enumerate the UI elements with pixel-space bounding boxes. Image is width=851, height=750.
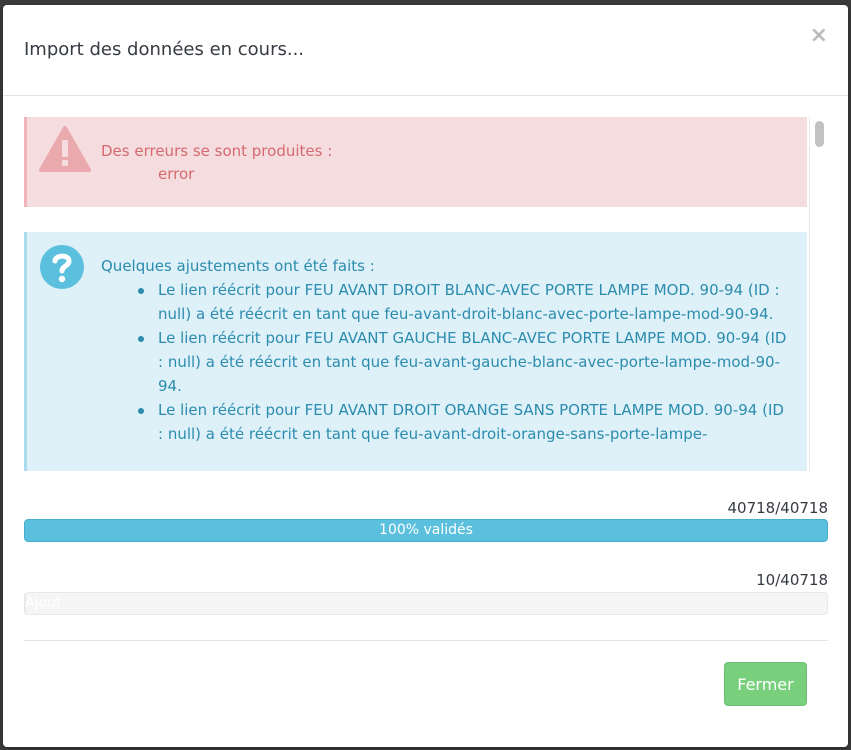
scrollbar-thumb[interactable] <box>815 121 824 147</box>
adjustments-list: Le lien réécrit pour FEU AVANT DROIT BLA… <box>138 278 788 446</box>
import-modal: Import des données en cours... × Des err… <box>3 5 848 747</box>
list-item: Le lien réécrit pour FEU AVANT GAUCHE BL… <box>138 326 788 398</box>
list-item-text: Le lien réécrit pour FEU AVANT GAUCHE BL… <box>158 329 787 395</box>
close-icon[interactable]: × <box>810 24 828 48</box>
modal-title: Import des données en cours... <box>24 39 305 60</box>
import-progress-label: Ajout <box>25 595 62 611</box>
close-button[interactable]: Fermer <box>724 662 807 706</box>
list-item-text: Le lien réécrit pour FEU AVANT DROIT ORA… <box>158 401 784 443</box>
footer-divider <box>24 640 828 641</box>
bullet-icon <box>138 288 144 294</box>
scrollbar[interactable] <box>809 117 827 471</box>
error-title: Des erreurs se sont produites : <box>101 142 333 160</box>
modal-header: Import des données en cours... × <box>3 5 848 96</box>
bullet-icon <box>138 336 144 342</box>
list-item: Le lien réécrit pour FEU AVANT DROIT BLA… <box>138 278 788 326</box>
error-alert: Des erreurs se sont produites : error <box>24 117 807 207</box>
validation-progress-bar: 100% validés <box>24 519 828 542</box>
warning-triangle-icon <box>39 126 91 172</box>
list-item-text: Le lien réécrit pour FEU AVANT DROIT BLA… <box>158 281 780 323</box>
messages-scroll-area[interactable]: Des erreurs se sont produites : error Qu… <box>24 117 827 471</box>
bullet-icon <box>138 408 144 414</box>
question-circle-icon <box>40 245 84 289</box>
validation-progress-label: 100% validés <box>379 522 473 538</box>
list-item: Le lien réécrit pour FEU AVANT DROIT ORA… <box>138 398 788 446</box>
adjustments-alert: Quelques ajustements ont été faits : Le … <box>24 232 807 471</box>
error-message: error <box>158 165 195 183</box>
import-progress-bar: Ajout <box>24 592 828 615</box>
validation-count: 40718/40718 <box>727 499 829 517</box>
import-count: 10/40718 <box>756 571 828 589</box>
adjustments-title: Quelques ajustements ont été faits : <box>101 257 375 275</box>
